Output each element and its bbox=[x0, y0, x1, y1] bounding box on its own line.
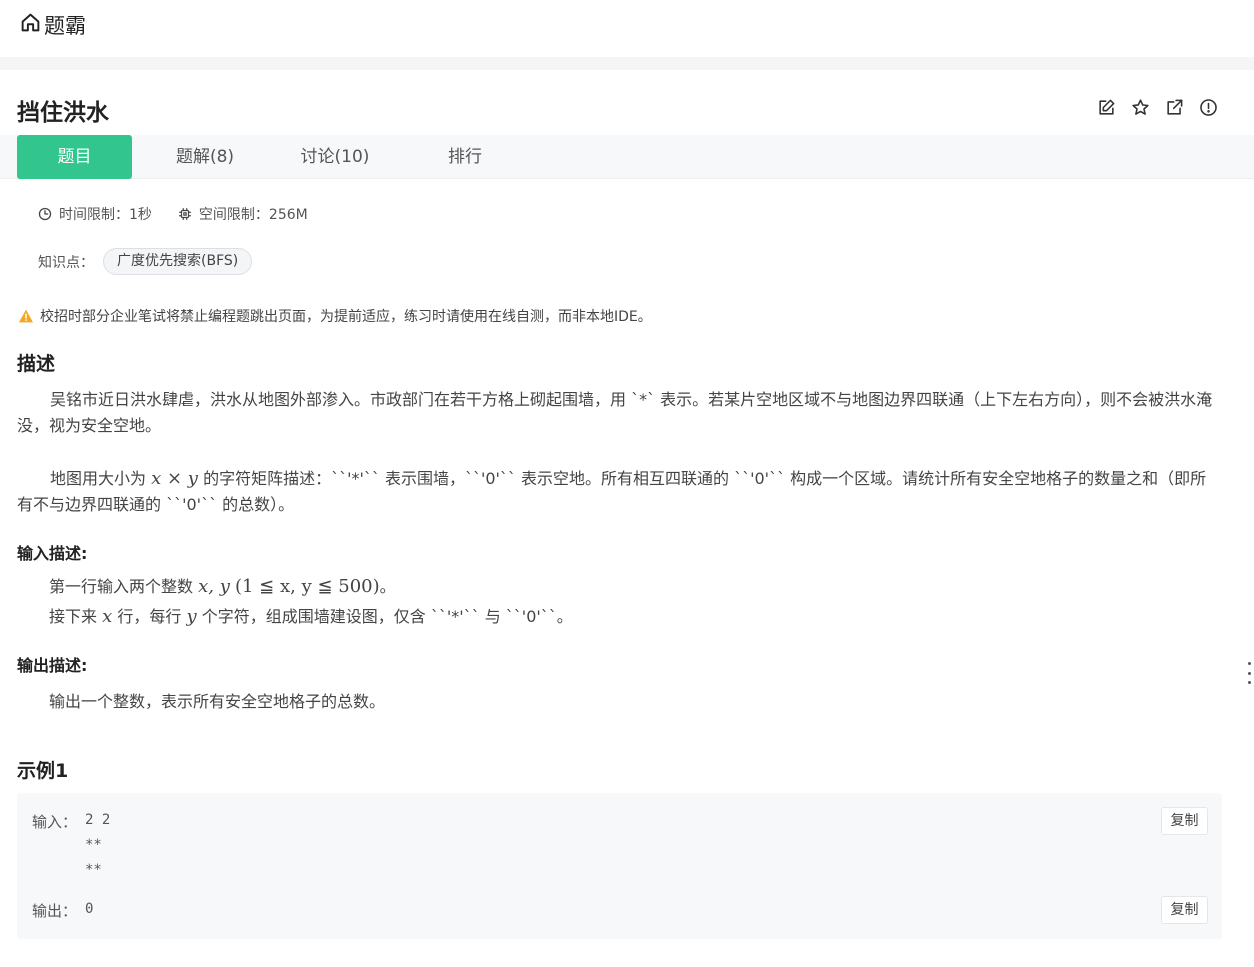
home-icon bbox=[20, 12, 41, 38]
copy-input-button[interactable]: 复制 bbox=[1161, 807, 1208, 835]
example-input-label: 输入： bbox=[32, 813, 78, 831]
para2-text-pre: 地图用大小为 bbox=[50, 469, 147, 488]
knowledge-points: 知识点： 广度优先搜索(BFS) bbox=[38, 248, 253, 275]
space-limit-text: 空间限制：256M bbox=[198, 207, 308, 223]
copy-output-button[interactable]: 复制 bbox=[1161, 896, 1208, 924]
knowledge-label: 知识点： bbox=[38, 254, 94, 271]
brand-link[interactable]: 题霸 bbox=[20, 10, 86, 40]
top-bar: 题霸 bbox=[0, 0, 1254, 57]
time-limit-text: 时间限制：1秒 bbox=[59, 207, 152, 223]
notice-text: 校招时部分企业笔试将禁止编程题跳出页面，为提前适应，练习时请使用在线自测，而非本… bbox=[40, 309, 652, 325]
example-output-value: 0 bbox=[85, 901, 94, 917]
math-vars: x, y bbox=[198, 576, 230, 597]
input-line2-pre: 接下来 bbox=[49, 607, 98, 626]
input-line2-mid2: 个字符，组成围墙建设图，仅含 ``'*'`` 与 ``'0'``。 bbox=[201, 607, 573, 626]
problem-actions bbox=[1097, 98, 1218, 117]
example-heading: 示例1 bbox=[17, 760, 69, 782]
example-output-label: 输出： bbox=[32, 902, 78, 920]
description-heading: 描述 bbox=[17, 353, 56, 375]
example-box: 输入： 2 2 ** ** 复制 输出： 0 复制 bbox=[17, 793, 1222, 939]
input-line2-mid1: 行，每行 bbox=[117, 607, 182, 626]
share-icon[interactable] bbox=[1165, 98, 1184, 117]
problem-title: 挡住洪水 bbox=[17, 100, 109, 126]
math-range: (1 ≦ x, y ≦ 500) bbox=[234, 576, 380, 597]
notice-banner: 校招时部分企业笔试将禁止编程题跳出页面，为提前适应，练习时请使用在线自测，而非本… bbox=[18, 306, 652, 326]
knowledge-tag[interactable]: 广度优先搜索(BFS) bbox=[103, 248, 253, 275]
input-line-1: 第一行输入两个整数 x, y (1 ≦ x, y ≦ 500)。 bbox=[49, 573, 396, 597]
problem-panel: 挡住洪水 题目 题解(8) 讨论(10) 排行 时间限制：1秒 空间限制：256… bbox=[0, 70, 1254, 967]
math-size: x × y bbox=[151, 468, 198, 489]
tab-discussion[interactable]: 讨论(10) bbox=[280, 135, 390, 179]
description-para-2: 地图用大小为 x × y 的字符矩阵描述：``'*'`` 表示围墙，``'0'`… bbox=[17, 466, 1222, 518]
output-heading: 输出描述: bbox=[17, 656, 88, 675]
star-icon[interactable] bbox=[1131, 98, 1150, 117]
tab-problem[interactable]: 题目 bbox=[17, 135, 132, 179]
example-input-value: 2 2 ** ** bbox=[85, 812, 111, 878]
math-x: x bbox=[102, 606, 113, 627]
report-icon[interactable] bbox=[1199, 98, 1218, 117]
brand-name: 题霸 bbox=[44, 14, 86, 38]
tab-bar: 题目 题解(8) 讨论(10) 排行 bbox=[0, 135, 1254, 179]
input-line-2: 接下来 x 行，每行 y 个字符，组成围墙建设图，仅含 ``'*'`` 与 ``… bbox=[49, 603, 573, 627]
input-line1-post: 。 bbox=[379, 577, 396, 596]
clock-icon bbox=[38, 207, 52, 221]
tab-solutions[interactable]: 题解(8) bbox=[150, 135, 260, 179]
limits-row: 时间限制：1秒 空间限制：256M bbox=[38, 204, 334, 224]
warning-icon bbox=[19, 309, 33, 323]
tab-ranking[interactable]: 排行 bbox=[410, 135, 520, 179]
edit-icon[interactable] bbox=[1097, 98, 1116, 117]
chip-icon bbox=[179, 208, 191, 220]
description-para-1: 吴铭市近日洪水肆虐，洪水从地图外部渗入。市政部门在若干方格上砌起围墙，用 `*`… bbox=[17, 390, 1213, 435]
input-line1-pre: 第一行输入两个整数 bbox=[49, 577, 194, 596]
output-line-1: 输出一个整数，表示所有安全空地格子的总数。 bbox=[49, 692, 386, 711]
time-limit: 时间限制：1秒 bbox=[38, 204, 152, 224]
space-limit: 空间限制：256M bbox=[178, 204, 308, 224]
math-y: y bbox=[186, 606, 197, 627]
input-heading: 输入描述: bbox=[17, 544, 88, 563]
resize-handle[interactable] bbox=[1246, 662, 1252, 684]
